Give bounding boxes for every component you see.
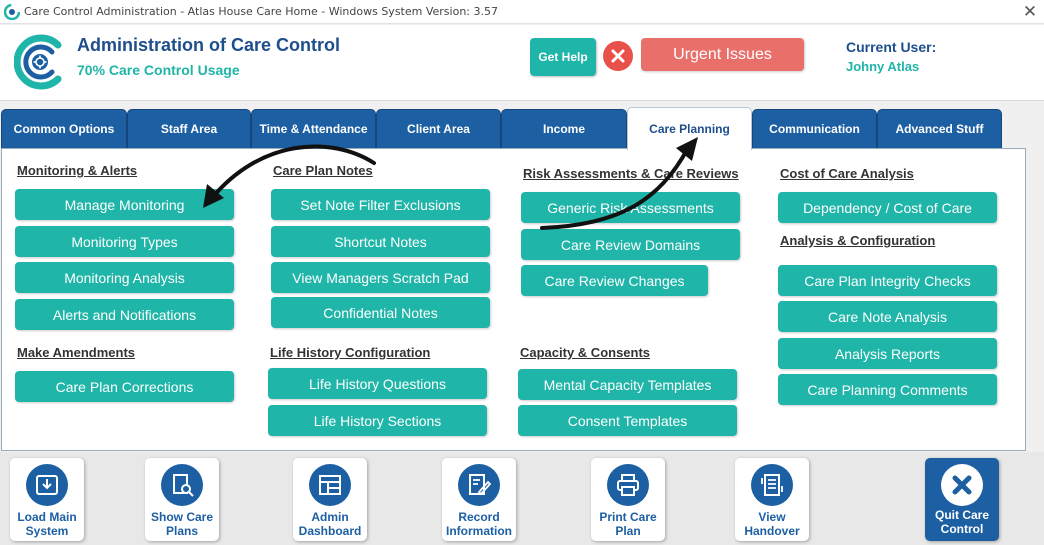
care-plan-corrections-button[interactable]: Care Plan Corrections xyxy=(15,371,234,402)
edit-document-icon xyxy=(458,464,500,506)
admin-dashboard-button[interactable]: Admin Dashboard xyxy=(293,458,367,541)
section-life-history-configuration: Life History Configuration xyxy=(270,345,431,360)
section-analysis-configuration: Analysis & Configuration xyxy=(780,233,936,248)
download-box-icon xyxy=(26,464,68,506)
show-care-plans-button[interactable]: Show Care Plans xyxy=(145,458,219,541)
header: Administration of Care Control 70% Care … xyxy=(0,25,1044,101)
toolbar-label: Print Care Plan xyxy=(599,510,657,538)
mental-capacity-templates-button[interactable]: Mental Capacity Templates xyxy=(518,369,737,400)
dependency-cost-of-care-button[interactable]: Dependency / Cost of Care xyxy=(778,192,997,223)
app-window: Care Control Administration - Atlas Hous… xyxy=(0,0,1044,545)
window-title: Care Control Administration - Atlas Hous… xyxy=(24,5,498,18)
care-review-changes-button[interactable]: Care Review Changes xyxy=(521,265,708,296)
handover-list-icon xyxy=(751,464,793,506)
load-main-system-button[interactable]: Load Main System xyxy=(10,458,84,541)
toolbar-label: Show Care Plans xyxy=(150,510,213,538)
section-monitoring-alerts: Monitoring & Alerts xyxy=(17,163,138,178)
get-help-button[interactable]: Get Help xyxy=(530,38,596,76)
care-planning-panel: Monitoring & Alerts Manage Monitoring Mo… xyxy=(1,148,1026,451)
care-plan-integrity-checks-button[interactable]: Care Plan Integrity Checks xyxy=(778,265,997,296)
section-capacity-consents: Capacity & Consents xyxy=(520,345,651,360)
care-planning-comments-button[interactable]: Care Planning Comments xyxy=(778,374,997,405)
tab-common-options[interactable]: Common Options xyxy=(1,109,127,149)
alerts-notifications-button[interactable]: Alerts and Notifications xyxy=(15,299,234,330)
care-note-analysis-button[interactable]: Care Note Analysis xyxy=(778,301,997,332)
view-managers-scratch-pad-button[interactable]: View Managers Scratch Pad xyxy=(271,262,490,293)
generic-risk-assessments-button[interactable]: Generic Risk Assessments xyxy=(521,192,740,223)
toolbar-label: Load Main System xyxy=(17,510,77,538)
page-title: Administration of Care Control xyxy=(77,35,341,55)
app-logo-icon xyxy=(4,4,20,20)
shortcut-notes-button[interactable]: Shortcut Notes xyxy=(271,226,490,257)
toolbar-label: Quit Care Control xyxy=(934,508,989,536)
section-care-plan-notes: Care Plan Notes xyxy=(273,163,373,178)
print-care-plan-button[interactable]: Print Care Plan xyxy=(591,458,665,541)
view-handover-button[interactable]: View Handover xyxy=(735,458,809,541)
analysis-reports-button[interactable]: Analysis Reports xyxy=(778,338,997,369)
dismiss-icon[interactable] xyxy=(603,41,633,71)
tab-communication[interactable]: Communication xyxy=(752,109,877,149)
monitoring-types-button[interactable]: Monitoring Types xyxy=(15,226,234,257)
toolbar-label: Admin Dashboard xyxy=(298,510,362,538)
document-search-icon xyxy=(161,464,203,506)
section-make-amendments: Make Amendments xyxy=(17,345,135,360)
urgent-issues-button[interactable]: Urgent Issues xyxy=(641,38,804,71)
current-user-label: Current User: xyxy=(846,39,937,55)
section-cost-of-care-analysis: Cost of Care Analysis xyxy=(780,166,914,181)
record-information-button[interactable]: Record Information xyxy=(442,458,516,541)
confidential-notes-button[interactable]: Confidential Notes xyxy=(271,297,490,328)
quit-care-control-button[interactable]: Quit Care Control xyxy=(925,458,999,541)
care-control-logo-icon xyxy=(14,34,62,90)
toolbar-label: View Handover xyxy=(744,510,800,538)
dashboard-icon xyxy=(309,464,351,506)
toolbar-label: Record Information xyxy=(446,510,512,538)
close-icon[interactable]: ✕ xyxy=(1020,2,1040,22)
usage-subtitle: 70% Care Control Usage xyxy=(77,62,240,78)
care-review-domains-button[interactable]: Care Review Domains xyxy=(521,229,740,260)
life-history-questions-button[interactable]: Life History Questions xyxy=(268,368,487,399)
tab-client-area[interactable]: Client Area xyxy=(376,109,501,149)
bottom-toolbar: Load Main System Show Care Plans Admin Dash… xyxy=(0,452,1044,545)
tab-care-planning[interactable]: Care Planning xyxy=(627,107,752,150)
monitoring-analysis-button[interactable]: Monitoring Analysis xyxy=(15,262,234,293)
consent-templates-button[interactable]: Consent Templates xyxy=(518,405,737,436)
tab-time-attendance[interactable]: Time & Attendance xyxy=(251,109,376,149)
current-user-name: Johny Atlas xyxy=(846,59,920,74)
life-history-sections-button[interactable]: Life History Sections xyxy=(268,405,487,436)
set-note-filter-exclusions-button[interactable]: Set Note Filter Exclusions xyxy=(271,189,490,220)
printer-icon xyxy=(607,464,649,506)
manage-monitoring-button[interactable]: Manage Monitoring xyxy=(15,189,234,220)
close-circle-icon xyxy=(941,464,983,506)
tab-advanced-stuff[interactable]: Advanced Stuff xyxy=(877,109,1002,149)
title-bar: Care Control Administration - Atlas Hous… xyxy=(0,0,1044,24)
tab-staff-area[interactable]: Staff Area xyxy=(127,109,251,149)
tab-income[interactable]: Income xyxy=(501,109,627,149)
section-risk-assessments: Risk Assessments & Care Reviews xyxy=(523,166,739,181)
